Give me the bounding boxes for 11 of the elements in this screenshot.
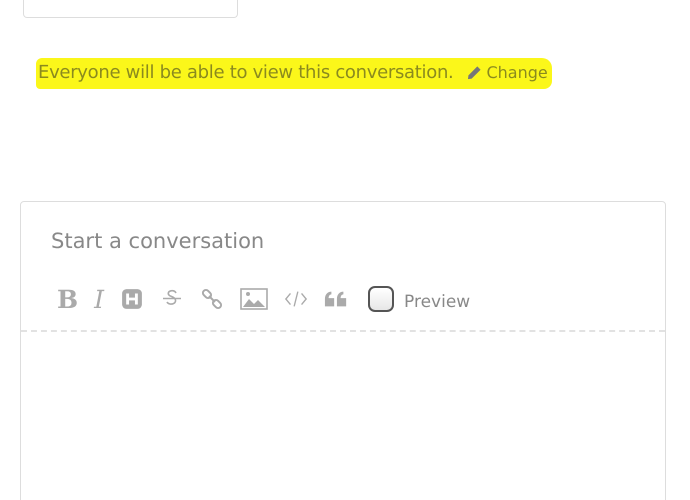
bold-button[interactable]: B — [57, 286, 78, 312]
image-icon[interactable] — [240, 288, 268, 310]
change-link[interactable]: Change — [467, 63, 548, 82]
link-icon[interactable] — [200, 288, 224, 310]
pencil-icon — [467, 65, 482, 80]
visibility-notice: Everyone will be able to view this conversation. — [38, 62, 454, 83]
preview-checkbox[interactable] — [368, 286, 394, 312]
channel-button[interactable] — [23, 0, 238, 18]
italic-button[interactable]: I — [94, 286, 104, 312]
heading-icon[interactable] — [120, 288, 144, 310]
preview-label[interactable]: Preview — [404, 292, 470, 312]
